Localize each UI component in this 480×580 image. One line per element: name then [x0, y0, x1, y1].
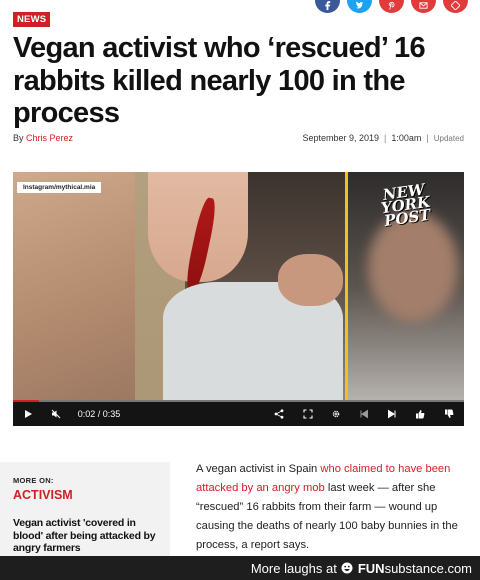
video-hand-shape [278, 254, 343, 306]
next-button[interactable] [378, 409, 406, 419]
thumbs-up-icon [416, 410, 425, 419]
current-time: 0:02 [77, 409, 96, 419]
skip-back-icon [360, 409, 368, 419]
time-separator: | [426, 133, 429, 143]
video-blurred-face [368, 212, 458, 322]
facebook-icon [325, 1, 331, 10]
time-separator: / [97, 409, 101, 419]
video-share-button[interactable] [264, 409, 294, 419]
footer-brand-fun: FUN [357, 560, 385, 576]
twitter-icon [355, 1, 364, 9]
settings-button[interactable] [322, 409, 350, 419]
email-share-button[interactable] [411, 0, 436, 13]
video-progress-bar[interactable] [13, 400, 464, 402]
footer-prefix: More laughs at [250, 560, 337, 576]
category-tag[interactable]: NEWS [13, 12, 51, 27]
muted-speaker-icon [51, 409, 61, 419]
topic-link[interactable]: ACTIVISM [13, 488, 157, 502]
play-icon [25, 410, 32, 418]
related-article-link[interactable]: Vegan activist 'covered in blood' after … [13, 517, 157, 555]
smiley-icon [341, 562, 353, 574]
thumbs-down-button[interactable] [434, 409, 464, 419]
duration: 0:35 [102, 409, 121, 419]
more-on-label: MORE ON: [13, 476, 54, 485]
byline-prefix: By [13, 133, 24, 143]
article-headline: Vegan activist who ‘rescued’ 16 rabbits … [13, 32, 426, 129]
thumbs-down-icon [445, 409, 454, 418]
mute-button[interactable] [43, 409, 69, 419]
article-body-paragraph: A vegan activist in Spain who claimed to… [196, 460, 468, 555]
share-bar [315, 0, 468, 14]
share-icon [274, 409, 284, 419]
date-separator: | [384, 133, 387, 143]
dateline: September 9, 2019 | 1:00am | Updated [302, 133, 464, 143]
share-more-icon [450, 1, 461, 10]
publish-date: September 9, 2019 [302, 133, 380, 143]
funsubstance-footer: More laughs at FUNsubstance.com [0, 556, 480, 580]
fullscreen-button[interactable] [294, 409, 322, 419]
facebook-share-button[interactable] [315, 0, 340, 13]
pinterest-icon [388, 1, 395, 10]
footer-brand[interactable]: FUNsubstance.com [358, 561, 472, 576]
skip-forward-icon [388, 409, 396, 419]
email-icon [419, 2, 428, 9]
body-text-start: A vegan activist in Spain [196, 463, 321, 475]
author-link[interactable]: Chris Perez [26, 133, 73, 143]
video-frame-left [13, 172, 135, 402]
byline: By Chris Perez [13, 133, 73, 143]
previous-button[interactable] [350, 409, 378, 419]
play-button[interactable] [13, 409, 43, 419]
video-progress-fill [13, 400, 39, 402]
publish-time: 1:00am [391, 133, 422, 143]
video-watermark: Instagram/mythical.mia [17, 182, 102, 193]
video-player[interactable]: Instagram/mythical.mia NEW YORK POST 0:0… [13, 172, 464, 426]
fullscreen-icon [303, 409, 313, 419]
updated-label: Updated [433, 134, 464, 143]
more-share-button[interactable] [443, 0, 468, 13]
footer-brand-tld: .com [443, 560, 472, 576]
thumbs-up-button[interactable] [406, 409, 434, 419]
related-sidebar: MORE ON: ACTIVISM Vegan activist 'covere… [0, 462, 170, 557]
twitter-share-button[interactable] [347, 0, 372, 13]
new-york-post-logo: NEW YORK POST [378, 180, 432, 230]
pinterest-share-button[interactable] [379, 0, 404, 13]
video-time: 0:02 / 0:35 [69, 409, 129, 419]
video-controls: 0:02 / 0:35 [13, 400, 464, 426]
gear-icon [332, 410, 340, 418]
footer-brand-rest: substance [384, 560, 444, 576]
